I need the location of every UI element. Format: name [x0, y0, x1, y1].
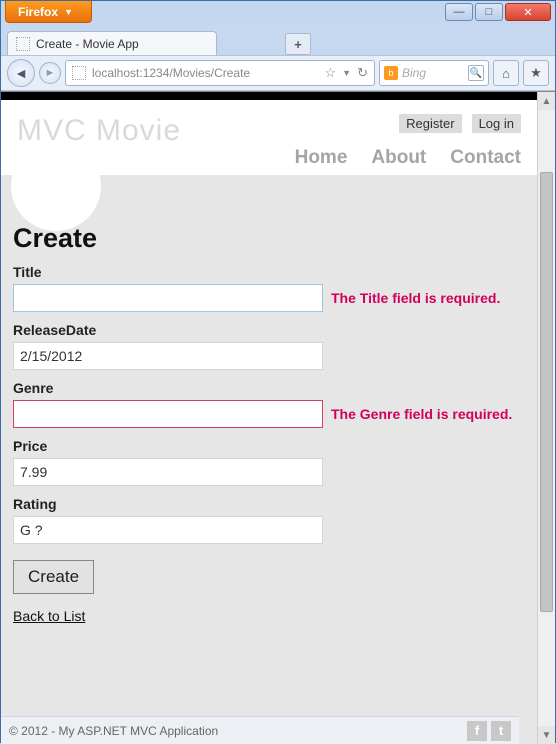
firefox-menu-button[interactable]: Firefox ▼ — [5, 1, 92, 23]
bookmark-star-icon[interactable]: ☆ — [325, 65, 337, 81]
site-footer: © 2012 - My ASP.NET MVC Application f t — [1, 716, 519, 744]
window-controls: — □ ✕ — [443, 3, 551, 21]
back-button[interactable]: ◄ — [7, 59, 35, 87]
tab-favicon — [16, 37, 30, 51]
tab-bar: Create - Movie App + — [1, 27, 555, 55]
input-releasedate[interactable] — [13, 342, 323, 370]
scroll-up-button[interactable]: ▲ — [538, 92, 555, 110]
scroll-thumb[interactable] — [540, 172, 553, 612]
close-button[interactable]: ✕ — [505, 3, 551, 21]
scroll-down-button[interactable]: ▼ — [538, 726, 555, 744]
reload-icon[interactable]: ↻ — [357, 65, 368, 81]
tab-title: Create - Movie App — [36, 37, 139, 51]
input-title[interactable] — [13, 284, 323, 312]
nav-contact[interactable]: Contact — [450, 147, 521, 169]
create-button[interactable]: Create — [13, 560, 94, 594]
label-price: Price — [13, 438, 525, 454]
site-identity-icon — [72, 66, 86, 80]
search-field[interactable]: b Bing 🔍 — [379, 60, 489, 86]
home-button[interactable]: ⌂ — [493, 60, 519, 86]
forward-button[interactable]: ► — [39, 62, 61, 84]
input-price[interactable] — [13, 458, 323, 486]
label-releasedate: ReleaseDate — [13, 322, 525, 338]
hero-area — [1, 175, 537, 215]
window-titlebar: Firefox ▼ — □ ✕ — [1, 1, 555, 27]
main-nav: Home About Contact — [295, 147, 521, 169]
twitter-icon[interactable]: t — [491, 721, 511, 741]
chevron-down-icon: ▼ — [64, 7, 73, 17]
search-placeholder: Bing — [402, 66, 464, 80]
back-to-list-link[interactable]: Back to List — [13, 608, 85, 624]
url-text: localhost:1234/Movies/Create — [92, 66, 319, 80]
social-links: f t — [467, 721, 511, 741]
url-field[interactable]: localhost:1234/Movies/Create ☆ ▼ ↻ — [65, 60, 375, 86]
vertical-scrollbar[interactable]: ▲ ▼ — [537, 92, 555, 744]
bing-icon: b — [384, 66, 398, 80]
input-rating[interactable] — [13, 516, 323, 544]
page-title: Create — [13, 223, 525, 254]
register-link[interactable]: Register — [399, 114, 461, 133]
error-title: The Title field is required. — [331, 290, 500, 306]
input-genre[interactable] — [13, 400, 323, 428]
label-genre: Genre — [13, 380, 525, 396]
footer-text: © 2012 - My ASP.NET MVC Application — [9, 724, 218, 738]
minimize-button[interactable]: — — [445, 3, 473, 21]
hero-circle — [11, 141, 101, 231]
firefox-label: Firefox — [18, 5, 58, 19]
error-genre: The Genre field is required. — [331, 406, 512, 422]
nav-about[interactable]: About — [371, 147, 426, 169]
label-rating: Rating — [13, 496, 525, 512]
login-link[interactable]: Log in — [472, 114, 521, 133]
facebook-icon[interactable]: f — [467, 721, 487, 741]
auth-links: Register Log in — [295, 114, 521, 133]
maximize-button[interactable]: □ — [475, 3, 503, 21]
bookmarks-button[interactable]: ★ — [523, 60, 549, 86]
main-content: Create Title The Title field is required… — [1, 223, 537, 634]
label-title: Title — [13, 264, 525, 280]
search-go-icon[interactable]: 🔍 — [468, 65, 484, 81]
nav-home[interactable]: Home — [295, 147, 348, 169]
page-body: MVC Movie Register Log in Home About Con… — [1, 92, 537, 744]
top-stripe — [1, 92, 537, 100]
content-viewport: MVC Movie Register Log in Home About Con… — [1, 91, 555, 744]
dropdown-icon[interactable]: ▼ — [342, 68, 351, 78]
browser-tab[interactable]: Create - Movie App — [7, 31, 217, 55]
new-tab-button[interactable]: + — [285, 33, 311, 55]
address-bar: ◄ ► localhost:1234/Movies/Create ☆ ▼ ↻ b… — [1, 55, 555, 91]
